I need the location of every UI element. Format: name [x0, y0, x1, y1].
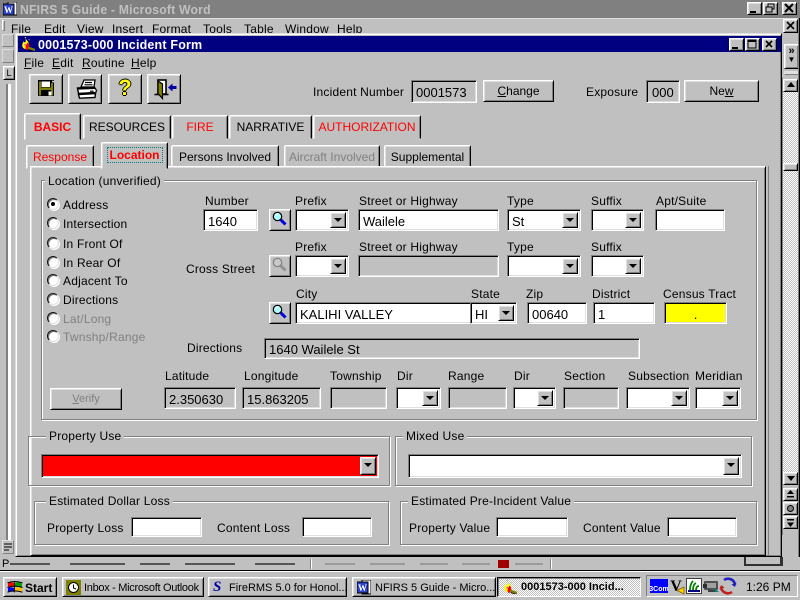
svg-text:W: W [4, 5, 13, 15]
svg-text:3Com: 3Com [650, 586, 668, 593]
svg-text:W: W [358, 583, 367, 593]
